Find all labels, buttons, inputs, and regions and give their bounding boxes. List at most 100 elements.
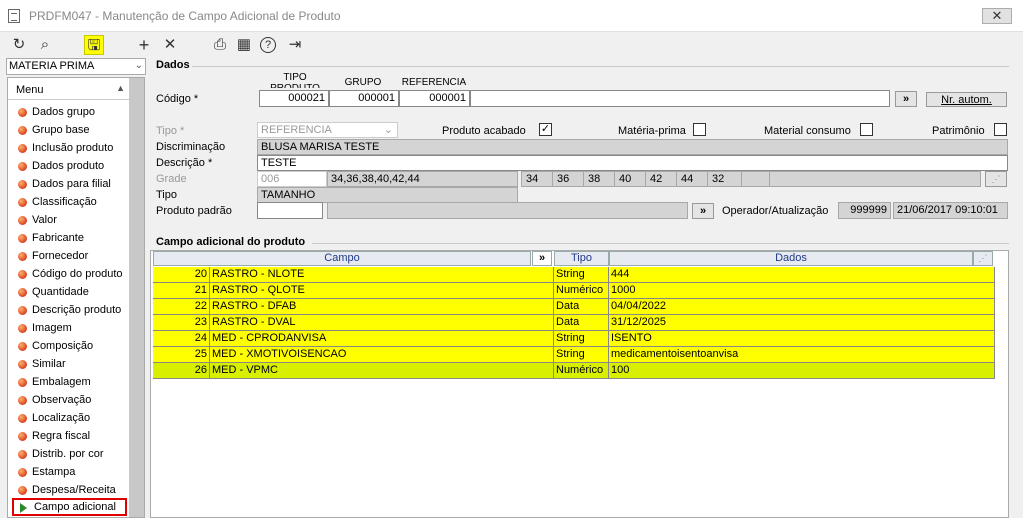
sidebar-item[interactable]: Fabricante bbox=[12, 229, 127, 247]
row-num-cell[interactable]: 20 bbox=[153, 267, 210, 283]
row-tipo-cell[interactable]: Data bbox=[554, 299, 609, 315]
row-campo-cell[interactable]: RASTRO - NLOTE bbox=[210, 267, 554, 283]
sidebar-item[interactable]: Similar bbox=[12, 355, 127, 373]
sidebar-item[interactable]: Embalagem bbox=[12, 373, 127, 391]
table-row[interactable]: 21 RASTRO - QLOTE Numérico 1000 bbox=[153, 283, 995, 299]
sidebar-item[interactable]: Valor bbox=[12, 211, 127, 229]
delete-icon[interactable]: ✕ bbox=[160, 35, 180, 55]
row-campo-cell[interactable]: MED - VPMC bbox=[210, 363, 554, 379]
row-dados-cell[interactable]: 04/04/2022 bbox=[609, 299, 995, 315]
close-button[interactable]: ✕ bbox=[982, 8, 1012, 24]
sidebar-item-label: Classificação bbox=[32, 196, 97, 208]
row-num-cell[interactable]: 25 bbox=[153, 347, 210, 363]
tipo-produto-field[interactable]: 000021 bbox=[259, 90, 329, 107]
row-dados-cell[interactable]: ISENTO bbox=[609, 331, 995, 347]
row-tipo-cell[interactable]: Numérico bbox=[554, 283, 609, 299]
exit-icon[interactable]: ⇥ bbox=[285, 35, 305, 55]
window-scrollbar[interactable] bbox=[1011, 32, 1023, 518]
row-campo-cell[interactable]: RASTRO - DVAL bbox=[210, 315, 554, 331]
save-icon[interactable]: 🖫 bbox=[84, 35, 104, 55]
descricao-field[interactable]: TESTE bbox=[257, 155, 1008, 171]
search-icon[interactable]: ⌕ bbox=[35, 35, 55, 55]
row-dados-cell[interactable]: 31/12/2025 bbox=[609, 315, 995, 331]
sidebar-item[interactable]: Dados para filial bbox=[12, 175, 127, 193]
row-dados-cell[interactable]: 100 bbox=[609, 363, 995, 379]
grade-sizes-field: 34,36,38,40,42,44 bbox=[327, 171, 518, 187]
chevron-up-icon[interactable]: ▲ bbox=[116, 83, 125, 93]
row-tipo-cell[interactable]: Numérico bbox=[554, 363, 609, 379]
product-type-select[interactable]: MATERIA PRIMA ⌄ bbox=[6, 58, 146, 75]
sidebar-item[interactable]: Localização bbox=[12, 409, 127, 427]
nr-autom-button[interactable]: Nr. autom. bbox=[926, 92, 1007, 107]
sidebar-item[interactable]: Distrib. por cor bbox=[12, 445, 127, 463]
campo-column-header[interactable]: Campo bbox=[153, 251, 531, 266]
table-row[interactable]: 20 RASTRO - NLOTE String 444 bbox=[153, 267, 995, 283]
table-row[interactable]: 25 MED - XMOTIVOISENCAO String medicamentoi… bbox=[153, 347, 995, 363]
grupo-header: GRUPO bbox=[344, 77, 382, 88]
sidebar-item[interactable]: Despesa/Receita bbox=[12, 481, 127, 499]
row-campo-cell[interactable]: RASTRO - QLOTE bbox=[210, 283, 554, 299]
row-num-cell[interactable]: 22 bbox=[153, 299, 210, 315]
dados-column-header[interactable]: Dados bbox=[609, 251, 973, 266]
sidebar-item[interactable]: Quantidade bbox=[12, 283, 127, 301]
tipo-column-header[interactable]: Tipo bbox=[554, 251, 609, 266]
tipo-select[interactable]: REFERENCIA ⌄ bbox=[257, 122, 398, 138]
row-num-cell[interactable]: 21 bbox=[153, 283, 210, 299]
sidebar-scrollbar[interactable] bbox=[129, 78, 144, 517]
row-num-cell[interactable]: 26 bbox=[153, 363, 210, 379]
row-campo-cell[interactable]: MED - CPRODANVISA bbox=[210, 331, 554, 347]
table-row[interactable]: 24 MED - CPRODANVISA String ISENTO bbox=[153, 331, 995, 347]
patrimonio-checkbox[interactable] bbox=[994, 123, 1007, 136]
refresh-icon[interactable]: ↻ bbox=[9, 35, 29, 55]
row-tipo-cell[interactable]: String bbox=[554, 347, 609, 363]
row-campo-cell[interactable]: MED - XMOTIVOISENCAO bbox=[210, 347, 554, 363]
materia-prima-checkbox[interactable] bbox=[693, 123, 706, 136]
sidebar-item[interactable]: Imagem bbox=[12, 319, 127, 337]
sidebar-item-campo-adicional[interactable]: Campo adicional bbox=[12, 498, 127, 516]
size-cell: 40 bbox=[615, 172, 646, 186]
campo-nav-button[interactable]: » bbox=[532, 251, 552, 266]
referencia-header: REFERENCIA bbox=[401, 77, 467, 88]
table-row[interactable]: 22 RASTRO - DFAB Data 04/04/2022 bbox=[153, 299, 995, 315]
sidebar-item[interactable]: Fornecedor bbox=[12, 247, 127, 265]
sidebar-item[interactable]: Grupo base bbox=[12, 121, 127, 139]
sidebar-item[interactable]: Estampa bbox=[12, 463, 127, 481]
produto-padrao-nav-button[interactable]: » bbox=[692, 203, 714, 219]
help-icon[interactable]: ? bbox=[260, 37, 276, 53]
add-icon[interactable]: + bbox=[134, 35, 154, 55]
row-dados-cell[interactable]: medicamentoisentoanvisa bbox=[609, 347, 995, 363]
sidebar-item[interactable]: Observação bbox=[12, 391, 127, 409]
row-num-cell[interactable]: 24 bbox=[153, 331, 210, 347]
referencia-field[interactable]: 000001 bbox=[399, 90, 470, 107]
table-row[interactable]: 23 RASTRO - DVAL Data 31/12/2025 bbox=[153, 315, 995, 331]
calendar-icon[interactable]: ▦ bbox=[234, 35, 254, 55]
row-tipo-cell[interactable]: String bbox=[554, 267, 609, 283]
sidebar-item[interactable]: Classificação bbox=[12, 193, 127, 211]
sidebar-item[interactable]: Inclusão produto bbox=[12, 139, 127, 157]
row-tipo-cell[interactable]: String bbox=[554, 331, 609, 347]
sidebar-item[interactable]: Dados grupo bbox=[12, 103, 127, 121]
codigo-nav-button[interactable]: » bbox=[895, 91, 917, 107]
grid-options-icon[interactable]: ⋰ bbox=[973, 251, 993, 266]
material-consumo-checkbox[interactable] bbox=[860, 123, 873, 136]
produto-padrao-field[interactable] bbox=[257, 202, 323, 219]
sidebar-item[interactable]: Dados produto bbox=[12, 157, 127, 175]
row-dados-cell[interactable]: 1000 bbox=[609, 283, 995, 299]
grade-code-field[interactable]: 006 bbox=[257, 171, 327, 187]
sidebar-item[interactable]: Código do produto bbox=[12, 265, 127, 283]
print-icon[interactable]: ⎙ bbox=[210, 35, 230, 55]
sidebar-item[interactable]: Regra fiscal bbox=[12, 427, 127, 445]
sidebar-item[interactable]: Composição bbox=[12, 337, 127, 355]
row-tipo-cell[interactable]: Data bbox=[554, 315, 609, 331]
grade-options-icon[interactable]: ⋰ bbox=[985, 171, 1007, 187]
sidebar-item-label: Grupo base bbox=[32, 124, 90, 136]
produto-acabado-checkbox[interactable]: ✓ bbox=[539, 123, 552, 136]
row-dados-cell[interactable]: 444 bbox=[609, 267, 995, 283]
codigo-description-field[interactable] bbox=[470, 90, 890, 107]
row-num-cell[interactable]: 23 bbox=[153, 315, 210, 331]
table-row[interactable]: 26 MED - VPMC Numérico 100 bbox=[153, 363, 995, 379]
grupo-field[interactable]: 000001 bbox=[329, 90, 399, 107]
sidebar-item[interactable]: Descrição produto bbox=[12, 301, 127, 319]
discriminacao-field[interactable]: BLUSA MARISA TESTE bbox=[257, 139, 1008, 155]
row-campo-cell[interactable]: RASTRO - DFAB bbox=[210, 299, 554, 315]
